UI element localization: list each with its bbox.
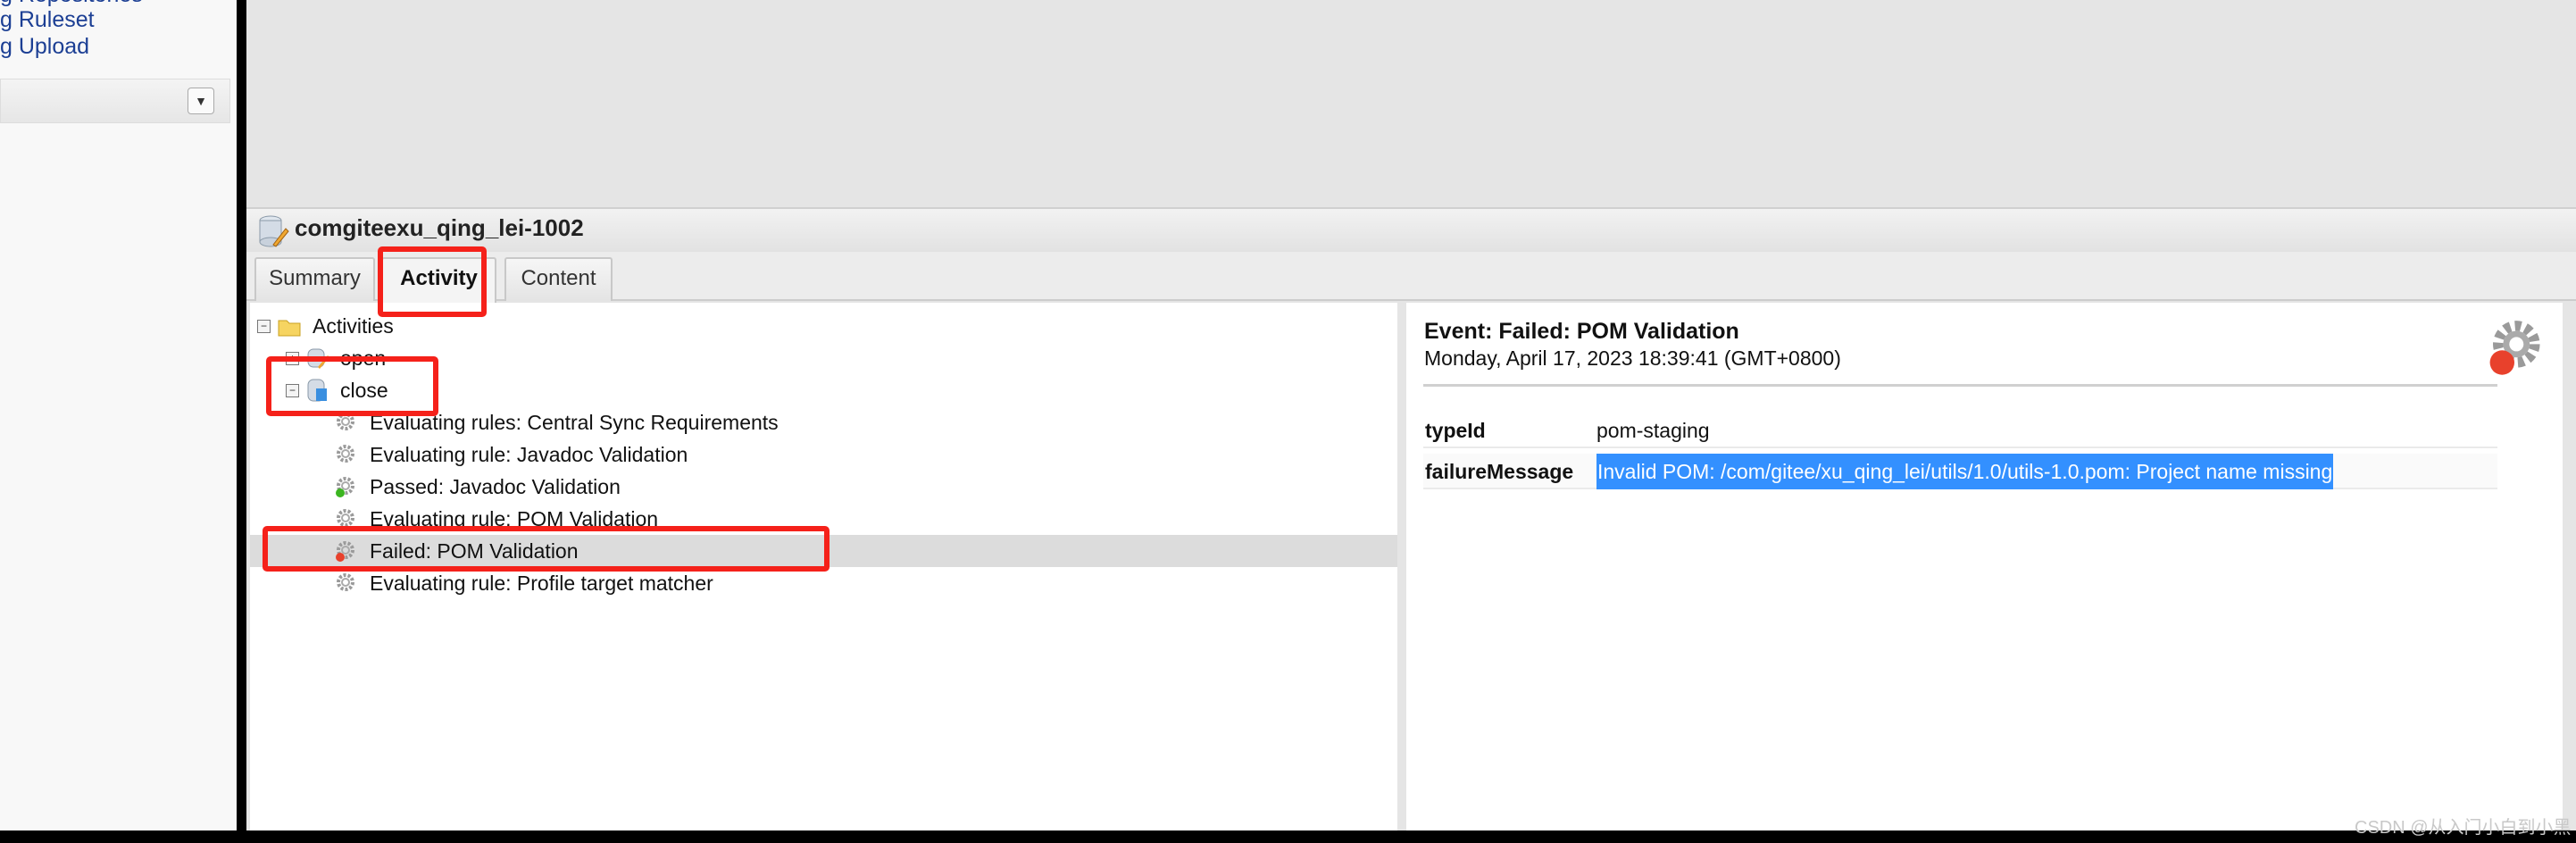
gear-icon xyxy=(337,573,354,591)
sidebar-link-ruleset[interactable]: g Ruleset xyxy=(0,7,95,33)
watermark: CSDN @从入门小白到小黑 xyxy=(2355,818,2572,838)
panel-header xyxy=(246,207,2576,252)
sidebar-link-upload[interactable]: g Upload xyxy=(0,34,89,60)
property-row-failuremessage: failureMessage Invalid POM: /com/gitee/x… xyxy=(1423,454,2497,489)
annotation-box xyxy=(263,526,829,572)
event-detail-pane xyxy=(1406,303,2563,830)
tree-label: Evaluating rule: Profile target matcher xyxy=(370,572,713,595)
gear-failed-icon xyxy=(2489,321,2540,375)
tab-content[interactable]: Content xyxy=(504,257,613,301)
folder-icon xyxy=(278,320,301,337)
property-key: typeId xyxy=(1425,419,1486,442)
property-value[interactable]: Invalid POM: /com/gitee/xu_qing_lei/util… xyxy=(1596,454,2334,489)
event-title: Event: Failed: POM Validation xyxy=(1424,319,1739,344)
annotation-box xyxy=(378,246,487,317)
divider xyxy=(1423,384,2497,387)
annotation-box xyxy=(266,356,438,416)
collapse-icon[interactable]: − xyxy=(257,320,271,333)
tree-label: Evaluating rule: Javadoc Validation xyxy=(370,443,688,466)
pane-splitter[interactable] xyxy=(1397,303,1406,830)
property-row-typeid: typeId pom-staging xyxy=(1423,413,2497,448)
gear-passed-icon xyxy=(336,477,354,497)
property-key: failureMessage xyxy=(1425,460,1574,483)
gear-icon xyxy=(337,445,354,463)
panel-title: comgiteexu_qing_lei-1002 xyxy=(295,214,584,241)
event-date: Monday, April 17, 2023 18:39:41 (GMT+080… xyxy=(1424,346,1841,370)
tree-event-item[interactable]: Evaluating rule: Javadoc Validation xyxy=(250,438,1397,471)
repository-edit-icon xyxy=(259,215,289,247)
property-value: pom-staging xyxy=(1596,419,1710,442)
tree-label: Passed: Javadoc Validation xyxy=(370,475,621,498)
tab-summary[interactable]: Summary xyxy=(254,257,375,301)
triangle-down-icon[interactable]: ▼ xyxy=(188,88,214,114)
sidebar: g Repositories g Ruleset g Upload xyxy=(0,0,237,830)
tree-event-item[interactable]: Passed: Javadoc Validation xyxy=(250,471,1397,503)
tree-event-item[interactable]: Evaluating rule: Profile target matcher xyxy=(250,567,1397,599)
